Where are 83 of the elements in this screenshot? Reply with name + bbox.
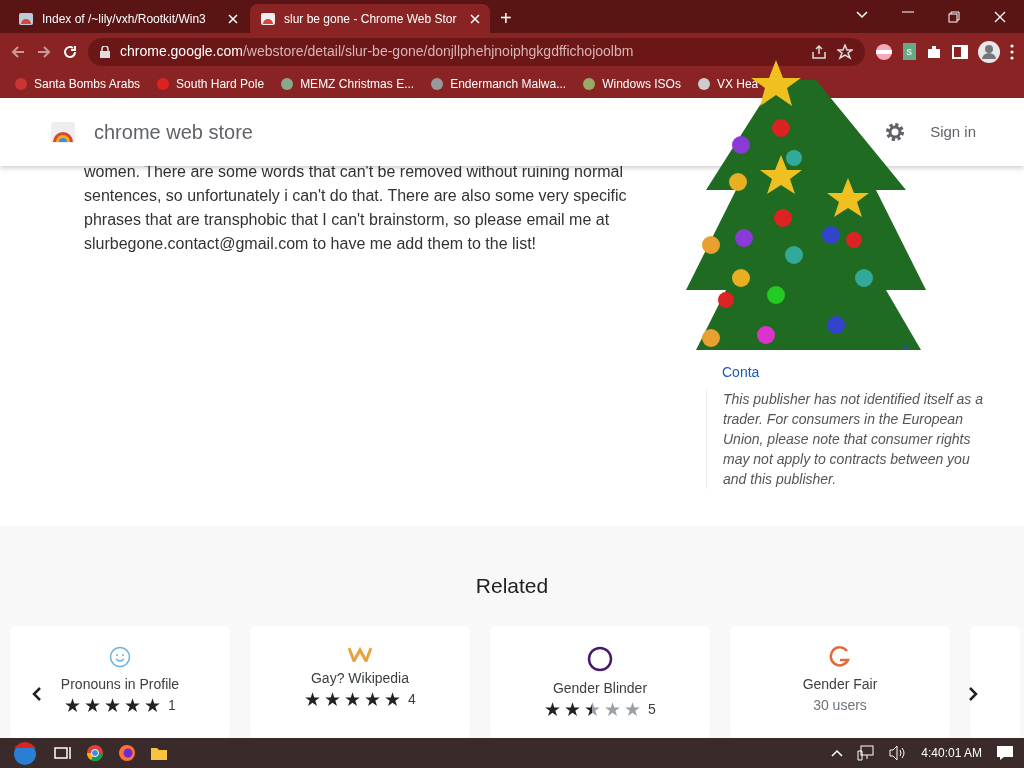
- letter-w-icon: [348, 646, 372, 662]
- rating-count: 5: [648, 700, 656, 719]
- bookmark-link[interactable]: Santa Bombs Arabs: [14, 75, 141, 93]
- star-icon: ★: [124, 695, 142, 716]
- sign-in-link[interactable]: Sign in: [930, 120, 976, 144]
- star-icon: ★: [564, 699, 582, 720]
- extension-card[interactable]: Gay? Wikipedia ★★★★★ 4: [250, 626, 470, 738]
- extension-name: Gender Blinder: [552, 679, 648, 698]
- address-bar[interactable]: chrome.google.com/webstore/detail/slur-be-gone/donjllphehjnoiphgkgdffichojoolbm: [88, 37, 865, 66]
- bookmark-favicon-icon: [14, 77, 28, 91]
- menu-icon[interactable]: [1010, 43, 1014, 60]
- back-icon[interactable]: [10, 43, 26, 60]
- url-text: chrome.google.com/webstore/detail/slur-be-gone/donjllphehjnoiphgkgdffichojoolbm: [120, 42, 634, 61]
- user-count: 30 users: [813, 696, 867, 715]
- minimize-icon[interactable]: [902, 10, 914, 13]
- side-panel-icon[interactable]: [952, 43, 968, 60]
- chevron-up-icon[interactable]: [831, 749, 844, 757]
- star-icon: ★: [384, 689, 402, 710]
- circle-icon: [587, 646, 613, 672]
- network-icon[interactable]: [857, 745, 876, 761]
- browser-tab[interactable]: slur be gone - Chrome Web Stor: [250, 4, 490, 33]
- star-icon: ★: [624, 699, 642, 720]
- extension-name: Pronouns in Profile: [60, 675, 180, 694]
- star-icon[interactable]: [836, 43, 853, 60]
- star-icon: ★: [344, 689, 362, 710]
- bookmark-favicon-icon: [156, 77, 171, 91]
- settings-icon[interactable]: [884, 121, 907, 143]
- letter-g-icon: [828, 646, 852, 668]
- star-icon: ★: [324, 689, 342, 710]
- store-title: chrome web store: [94, 120, 253, 145]
- star-icon: ★: [144, 695, 162, 716]
- bookmark-favicon-icon: [280, 77, 295, 91]
- bookmark-favicon-icon: [430, 77, 445, 91]
- smiley-icon: [109, 646, 131, 668]
- bookmark-favicon-icon: [696, 77, 711, 91]
- tab-favicon-icon: [18, 10, 34, 27]
- lock-icon[interactable]: [100, 45, 110, 58]
- rating-count: 1: [168, 696, 176, 715]
- bookmark-link[interactable]: South Hard Pole: [156, 75, 265, 93]
- rating-count: 4: [408, 690, 416, 709]
- description-text: women. There are some words that can't be removed without ruining normal sentences, so unfortunately i can't do that. There are also some very specific phrases that are transphobic that I can't brainstorm, so please email me at slurbegone.contact@gmail.com to have me add them to the list!: [84, 166, 628, 254]
- store-logo-icon: [50, 120, 76, 144]
- star-icon: ★: [604, 699, 622, 720]
- extension-name: Gender Fair: [802, 675, 878, 694]
- bookmark-link[interactable]: MEMZ Christmas E...: [280, 75, 415, 93]
- close-tab-icon[interactable]: [228, 13, 238, 24]
- firefox-icon[interactable]: [118, 744, 136, 762]
- volume-icon[interactable]: [889, 745, 908, 761]
- extension-card[interactable]: Gender Fair 30 users: [730, 626, 950, 738]
- star-icon: ★: [104, 695, 122, 716]
- related-heading: Related: [475, 574, 549, 597]
- forward-icon[interactable]: [36, 43, 52, 60]
- star-icon: ★: [304, 689, 322, 710]
- bookmark-link[interactable]: Windows ISOs: [582, 75, 681, 93]
- profile-icon[interactable]: [978, 40, 1000, 63]
- bookmark-link[interactable]: VX Hea: [696, 75, 759, 93]
- chrome-browser-icon[interactable]: [86, 744, 104, 762]
- restore-icon[interactable]: [948, 10, 960, 23]
- star-icon: ★: [364, 689, 382, 710]
- puzzle-icon[interactable]: [926, 43, 942, 60]
- extension-card[interactable]: Pronouns in Profile ★★★★★ 1: [10, 626, 230, 738]
- trader-notice: This publisher has not identified itself as a trader. For consumers in the European Union, please note that consumer rights may not apply to contracts between you and this publisher.: [706, 389, 986, 489]
- bookmark-link[interactable]: Endermanch Malwa...: [430, 75, 567, 93]
- star-icon: ★: [84, 695, 102, 716]
- notifications-icon[interactable]: [996, 745, 1014, 761]
- browser-tab[interactable]: Index of /~lily/vxh/Rootkit/Win3: [8, 4, 248, 33]
- tab-search-icon[interactable]: [856, 10, 868, 19]
- star-icon: ★: [544, 699, 562, 720]
- close-tab-icon[interactable]: [470, 13, 480, 24]
- share-icon[interactable]: [810, 43, 827, 60]
- close-icon[interactable]: [994, 10, 1006, 23]
- star-icon: ★: [64, 695, 82, 716]
- task-view-icon[interactable]: [54, 745, 72, 761]
- contact-link[interactable]: Conta: [722, 362, 986, 383]
- tab-favicon-icon: [260, 10, 276, 27]
- bookmark-favicon-icon: [582, 77, 597, 91]
- extension-card[interactable]: Gender Blinder ★★★★★ 5: [490, 626, 710, 738]
- flag-icon[interactable]: [874, 42, 893, 61]
- new-tab-button[interactable]: +: [500, 3, 512, 33]
- clock-time[interactable]: 4:40:01 AM: [921, 744, 982, 762]
- reload-icon[interactable]: [62, 43, 78, 60]
- extension-name: Gay? Wikipedia: [310, 669, 409, 688]
- folder-icon[interactable]: [150, 745, 168, 761]
